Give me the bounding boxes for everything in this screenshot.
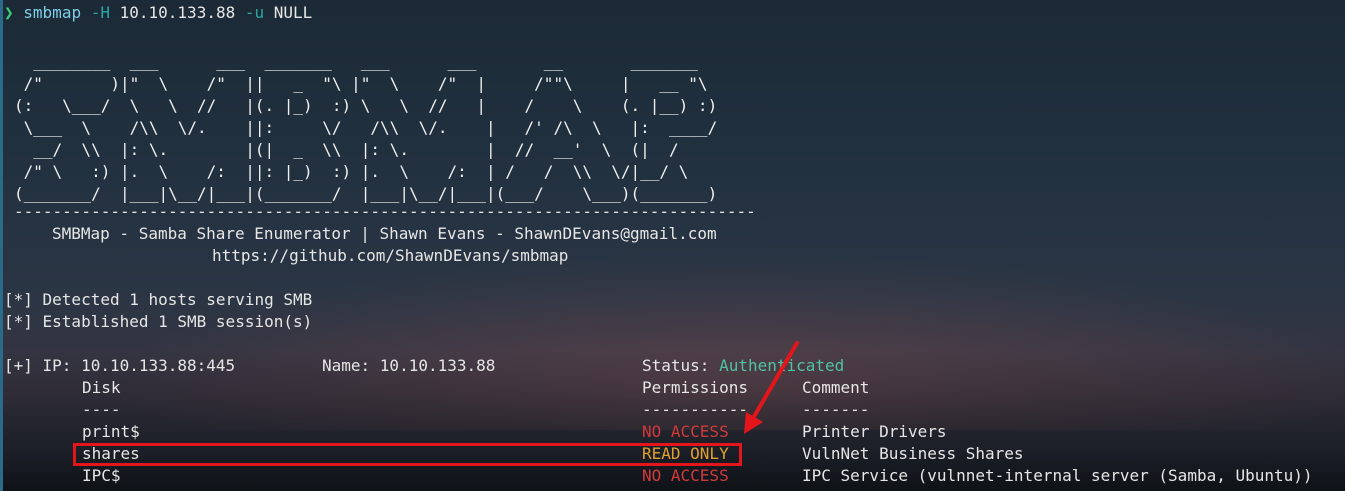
arrow-shaft [750, 341, 799, 422]
annotation-arrow [744, 341, 799, 434]
